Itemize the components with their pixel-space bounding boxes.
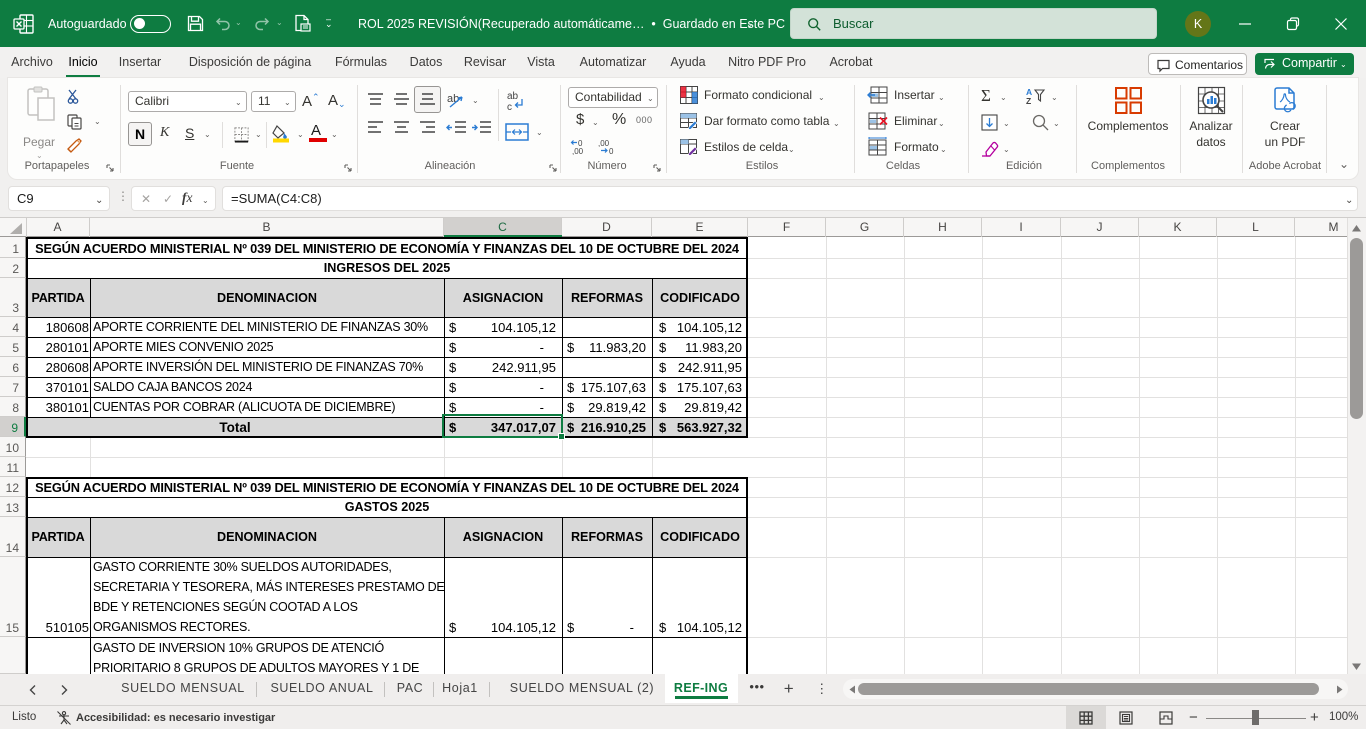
svg-text:Z: Z: [1026, 96, 1031, 106]
svg-text:ab: ab: [447, 93, 459, 105]
svg-text:,00: ,00: [572, 147, 584, 155]
svg-text:ab: ab: [507, 91, 519, 102]
svg-text:c: c: [507, 102, 512, 112]
svg-text:0: 0: [609, 147, 614, 155]
svg-text:,00: ,00: [598, 139, 610, 148]
